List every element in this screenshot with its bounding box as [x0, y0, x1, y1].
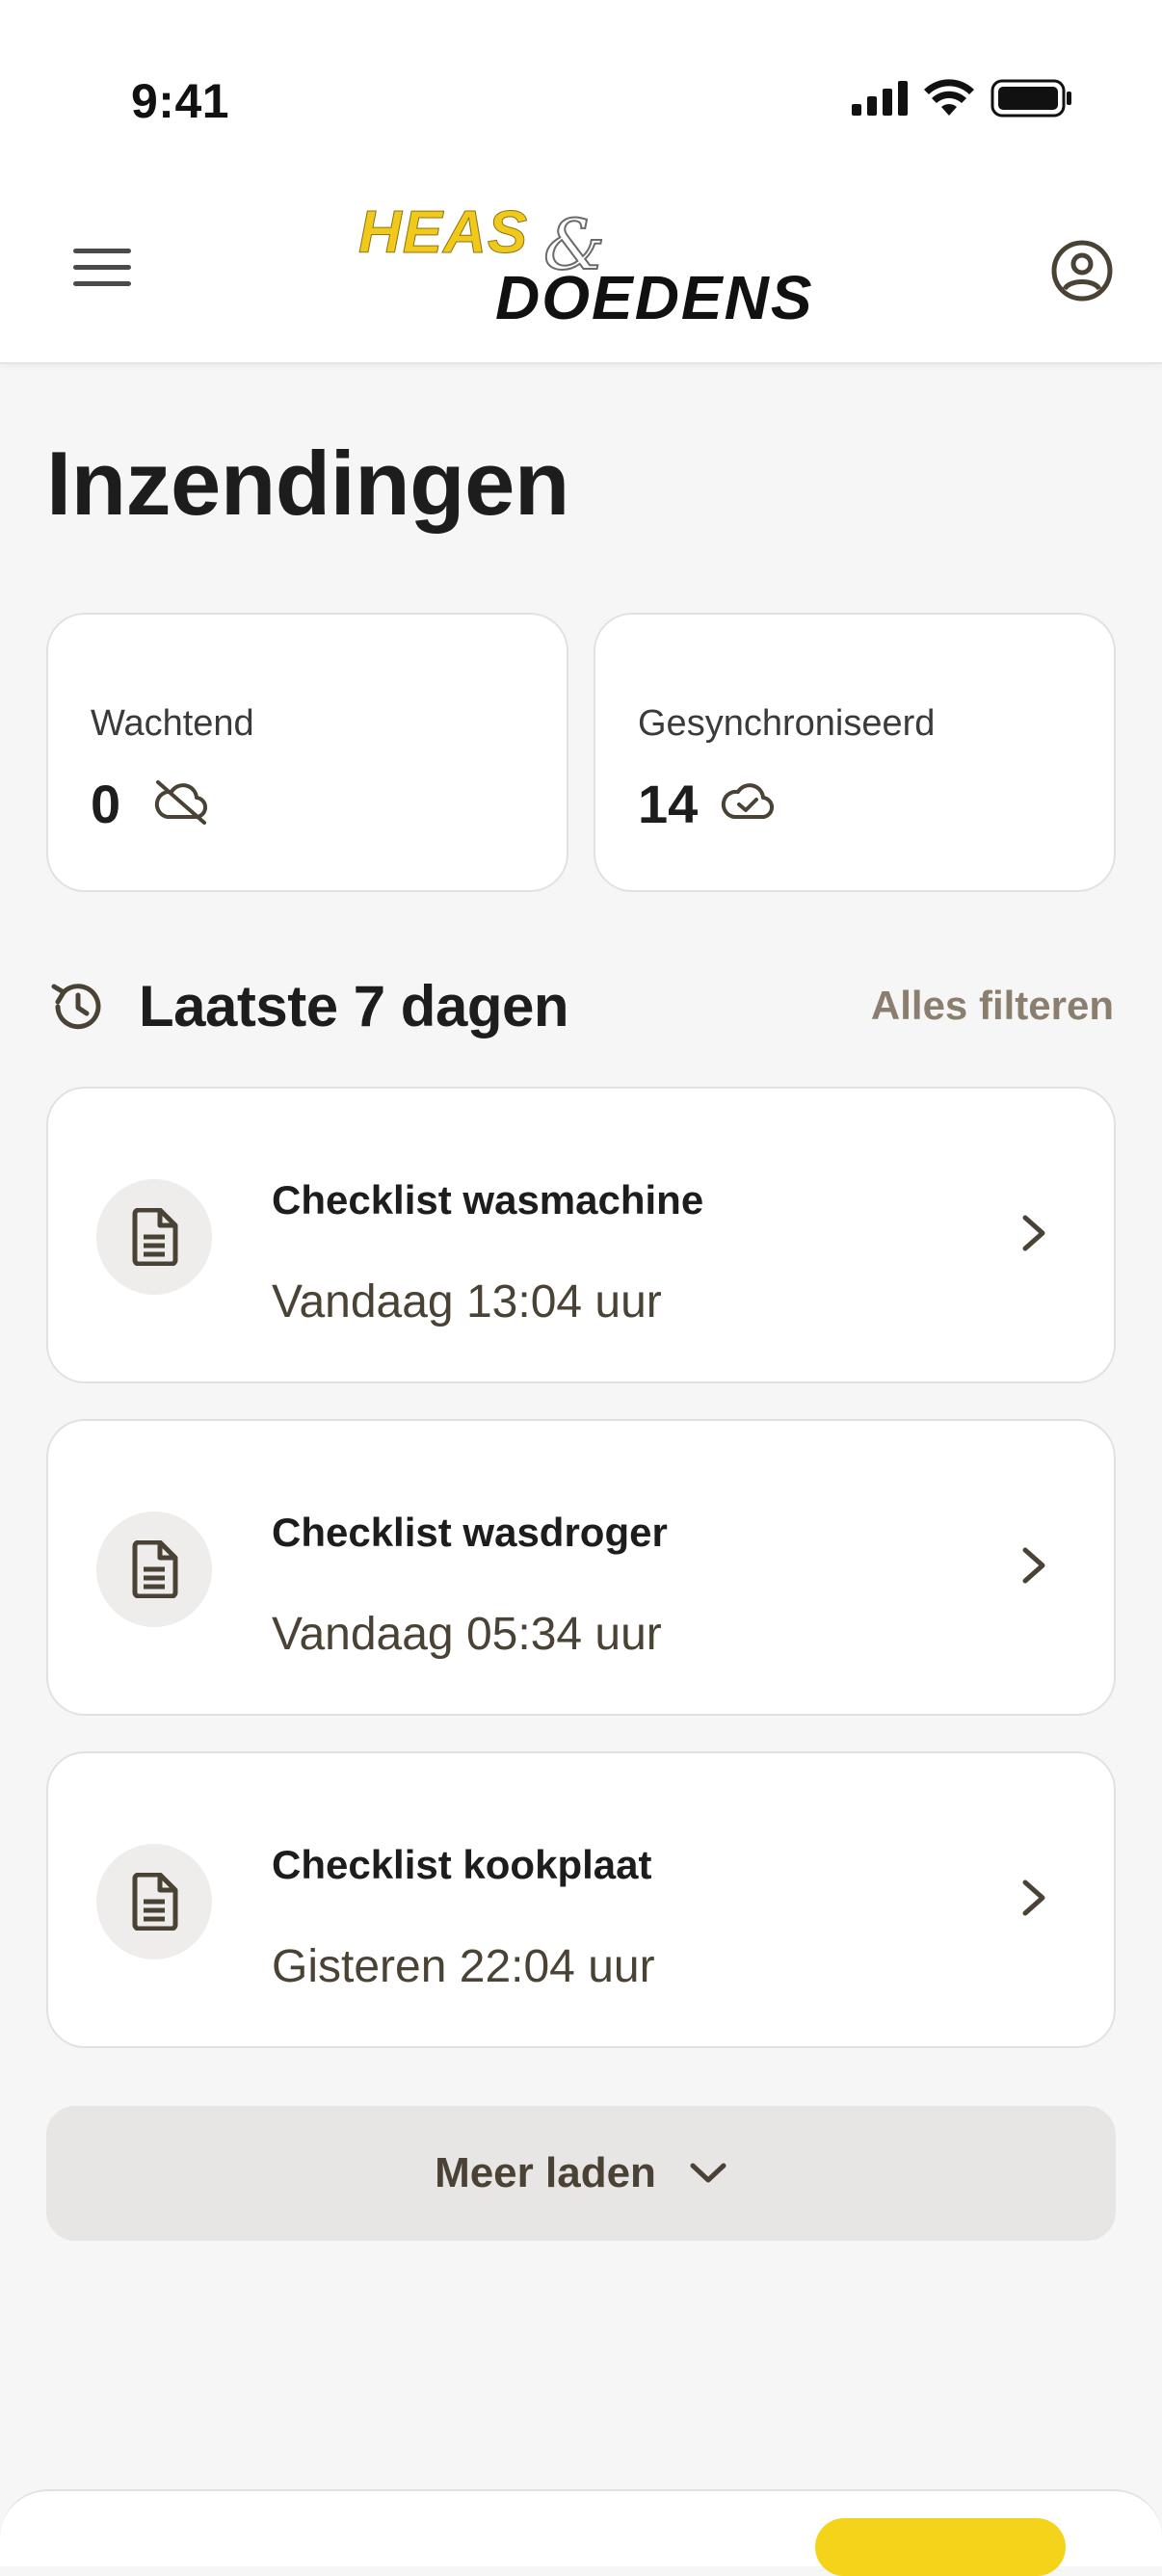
stat-card-pending: Wachtend 0 [46, 613, 568, 892]
battery-icon [990, 79, 1071, 118]
logo-heas: HEAS [357, 199, 529, 267]
document-icon-wrap [96, 1179, 212, 1295]
submission-card[interactable]: Checklist kookplaat Gisteren 22:04 uur [46, 1751, 1116, 2048]
load-more-label: Meer laden [435, 2149, 656, 2196]
submission-timestamp: Vandaag 13:04 uur [272, 1276, 662, 1327]
bottom-sheet [0, 2489, 1162, 2576]
stat-card-synced: Gesynchroniseerd 14 [594, 613, 1116, 892]
status-icons [852, 79, 1073, 118]
document-icon-wrap [96, 1844, 212, 1959]
logo-doedens: DOEDENS [495, 263, 814, 332]
stat-value-synced: 14 [638, 774, 699, 834]
cloud-off-icon [154, 780, 207, 825]
bottom-action-pill[interactable] [815, 2518, 1066, 2576]
document-icon [132, 1540, 178, 1598]
section-header: Laatste 7 dagen Alles filteren [0, 967, 1162, 1044]
hamburger-menu-icon[interactable] [73, 249, 131, 293]
app-header: HEAS & DOEDENS [0, 179, 1162, 364]
document-icon [132, 1873, 178, 1931]
chevron-right-icon [1022, 1547, 1045, 1584]
stat-value-pending: 0 [91, 774, 121, 834]
status-time: 9:41 [131, 74, 230, 128]
submission-card[interactable]: Checklist wasmachine Vandaag 13:04 uur [46, 1087, 1116, 1383]
chevron-right-icon [1022, 1215, 1045, 1251]
chevron-right-icon [1022, 1879, 1045, 1916]
cloud-check-icon [721, 783, 774, 820]
history-icon [51, 984, 101, 1030]
document-icon [132, 1208, 178, 1266]
page-title: Inzendingen [46, 433, 569, 534]
stat-label-synced: Gesynchroniseerd [638, 703, 936, 744]
status-bar: 9:41 [0, 0, 1162, 179]
submission-title: Checklist kookplaat [272, 1842, 652, 1887]
user-profile-icon[interactable] [1050, 239, 1114, 302]
wifi-icon [924, 79, 974, 116]
filter-all-link[interactable]: Alles filteren [871, 983, 1114, 1029]
submission-timestamp: Gisteren 22:04 uur [272, 1941, 655, 1992]
submission-title: Checklist wasmachine [272, 1177, 704, 1222]
submission-title: Checklist wasdroger [272, 1510, 668, 1555]
chevron-down-icon [690, 2163, 726, 2183]
cellular-signal-icon [852, 81, 908, 116]
document-icon-wrap [96, 1511, 212, 1627]
load-more-button[interactable]: Meer laden [46, 2106, 1116, 2241]
stat-label-pending: Wachtend [91, 703, 254, 744]
submission-timestamp: Vandaag 05:34 uur [272, 1609, 662, 1660]
section-title: Laatste 7 dagen [139, 974, 569, 1038]
submission-card[interactable]: Checklist wasdroger Vandaag 05:34 uur [46, 1419, 1116, 1716]
brand-logo: HEAS & DOEDENS [357, 198, 814, 353]
